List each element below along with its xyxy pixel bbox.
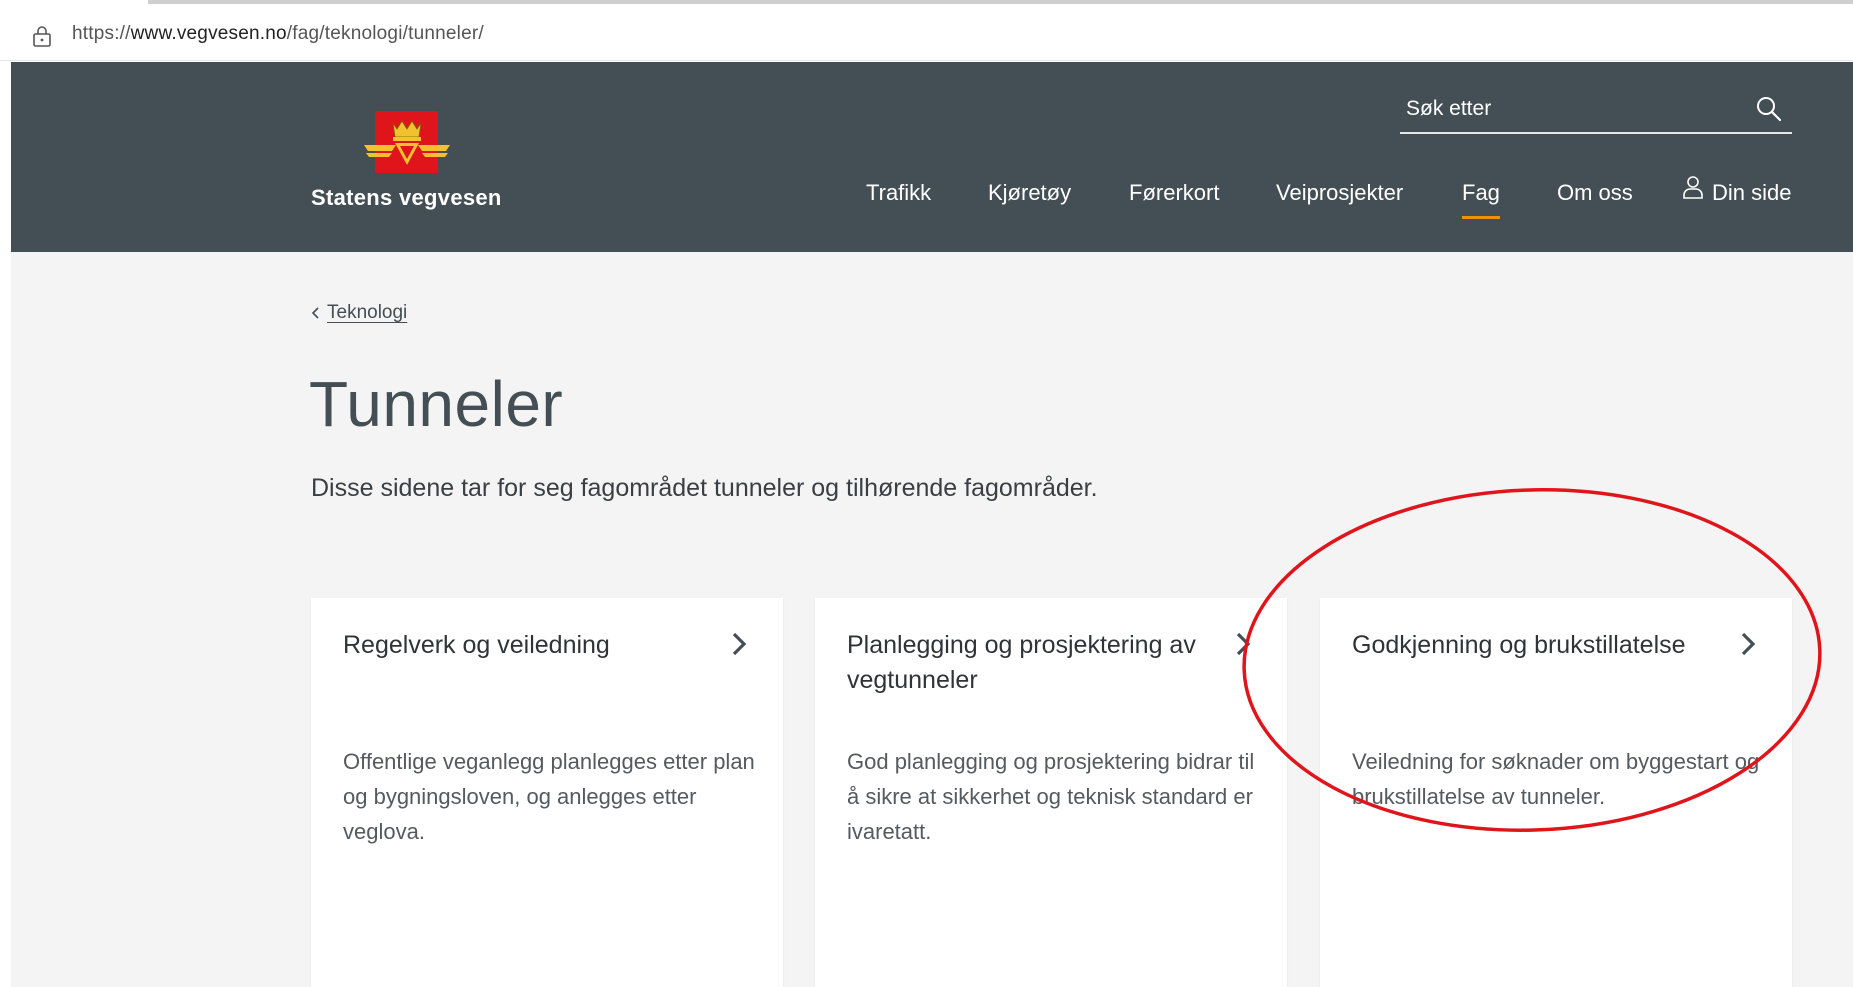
- nav-item-forerkort[interactable]: Førerkort: [1129, 180, 1219, 206]
- nav-item-trafikk[interactable]: Trafikk: [866, 180, 931, 206]
- site-page: Statens vegvesen Trafikk Kjøretøy Førerk…: [11, 62, 1853, 987]
- card-planlegging[interactable]: Planlegging og prosjektering av vegtunne…: [815, 598, 1287, 987]
- nav-item-fag[interactable]: Fag: [1462, 180, 1500, 219]
- search-box[interactable]: [1400, 86, 1792, 134]
- search-input[interactable]: [1400, 86, 1740, 132]
- din-side-label: Din side: [1712, 180, 1792, 205]
- chevron-right-icon[interactable]: [1739, 630, 1757, 658]
- nav-item-din-side[interactable]: Din side: [1682, 176, 1792, 206]
- card-regelverk[interactable]: Regelverk og veiledning Offentlige vegan…: [311, 598, 783, 987]
- nav-item-om-oss[interactable]: Om oss: [1557, 180, 1633, 206]
- card-description: Veiledning for søknader om byggestart og…: [1352, 749, 1760, 809]
- person-icon: [1683, 176, 1703, 199]
- breadcrumb-link[interactable]: Teknologi: [327, 302, 407, 324]
- card-description: God planlegging og prosjektering bidrar …: [847, 749, 1255, 844]
- vegvesen-logo-icon[interactable]: [362, 111, 452, 179]
- url-text[interactable]: https://www.vegvesen.no/fag/teknologi/tu…: [72, 23, 484, 45]
- chevron-left-icon: [311, 307, 319, 319]
- brand-name[interactable]: Statens vegvesen: [311, 185, 502, 211]
- browser-top-strip: [0, 0, 1853, 9]
- card-title[interactable]: Regelverk og veiledning: [343, 628, 713, 663]
- page-intro: Disse sidene tar for seg fagområdet tunn…: [311, 474, 1098, 502]
- breadcrumb[interactable]: Teknologi: [311, 302, 407, 324]
- page-title: Tunneler: [309, 368, 564, 440]
- nav-item-kjoretoy[interactable]: Kjøretøy: [988, 180, 1071, 206]
- nav-item-veiprosjekter[interactable]: Veiprosjekter: [1276, 180, 1403, 206]
- card-title[interactable]: Godkjenning og brukstillatelse: [1352, 628, 1722, 663]
- chevron-right-icon[interactable]: [1234, 630, 1252, 658]
- browser-address-bar[interactable]: https://www.vegvesen.no/fag/teknologi/tu…: [0, 9, 1853, 61]
- search-icon[interactable]: [1755, 95, 1783, 123]
- site-header: Statens vegvesen Trafikk Kjøretøy Førerk…: [11, 62, 1853, 252]
- lock-icon: [33, 26, 51, 47]
- card-title[interactable]: Planlegging og prosjektering av vegtunne…: [847, 628, 1217, 698]
- card-godkjenning[interactable]: Godkjenning og brukstillatelse Veilednin…: [1320, 598, 1792, 987]
- chevron-right-icon[interactable]: [730, 630, 748, 658]
- card-description: Offentlige veganlegg planlegges etter pl…: [343, 749, 755, 844]
